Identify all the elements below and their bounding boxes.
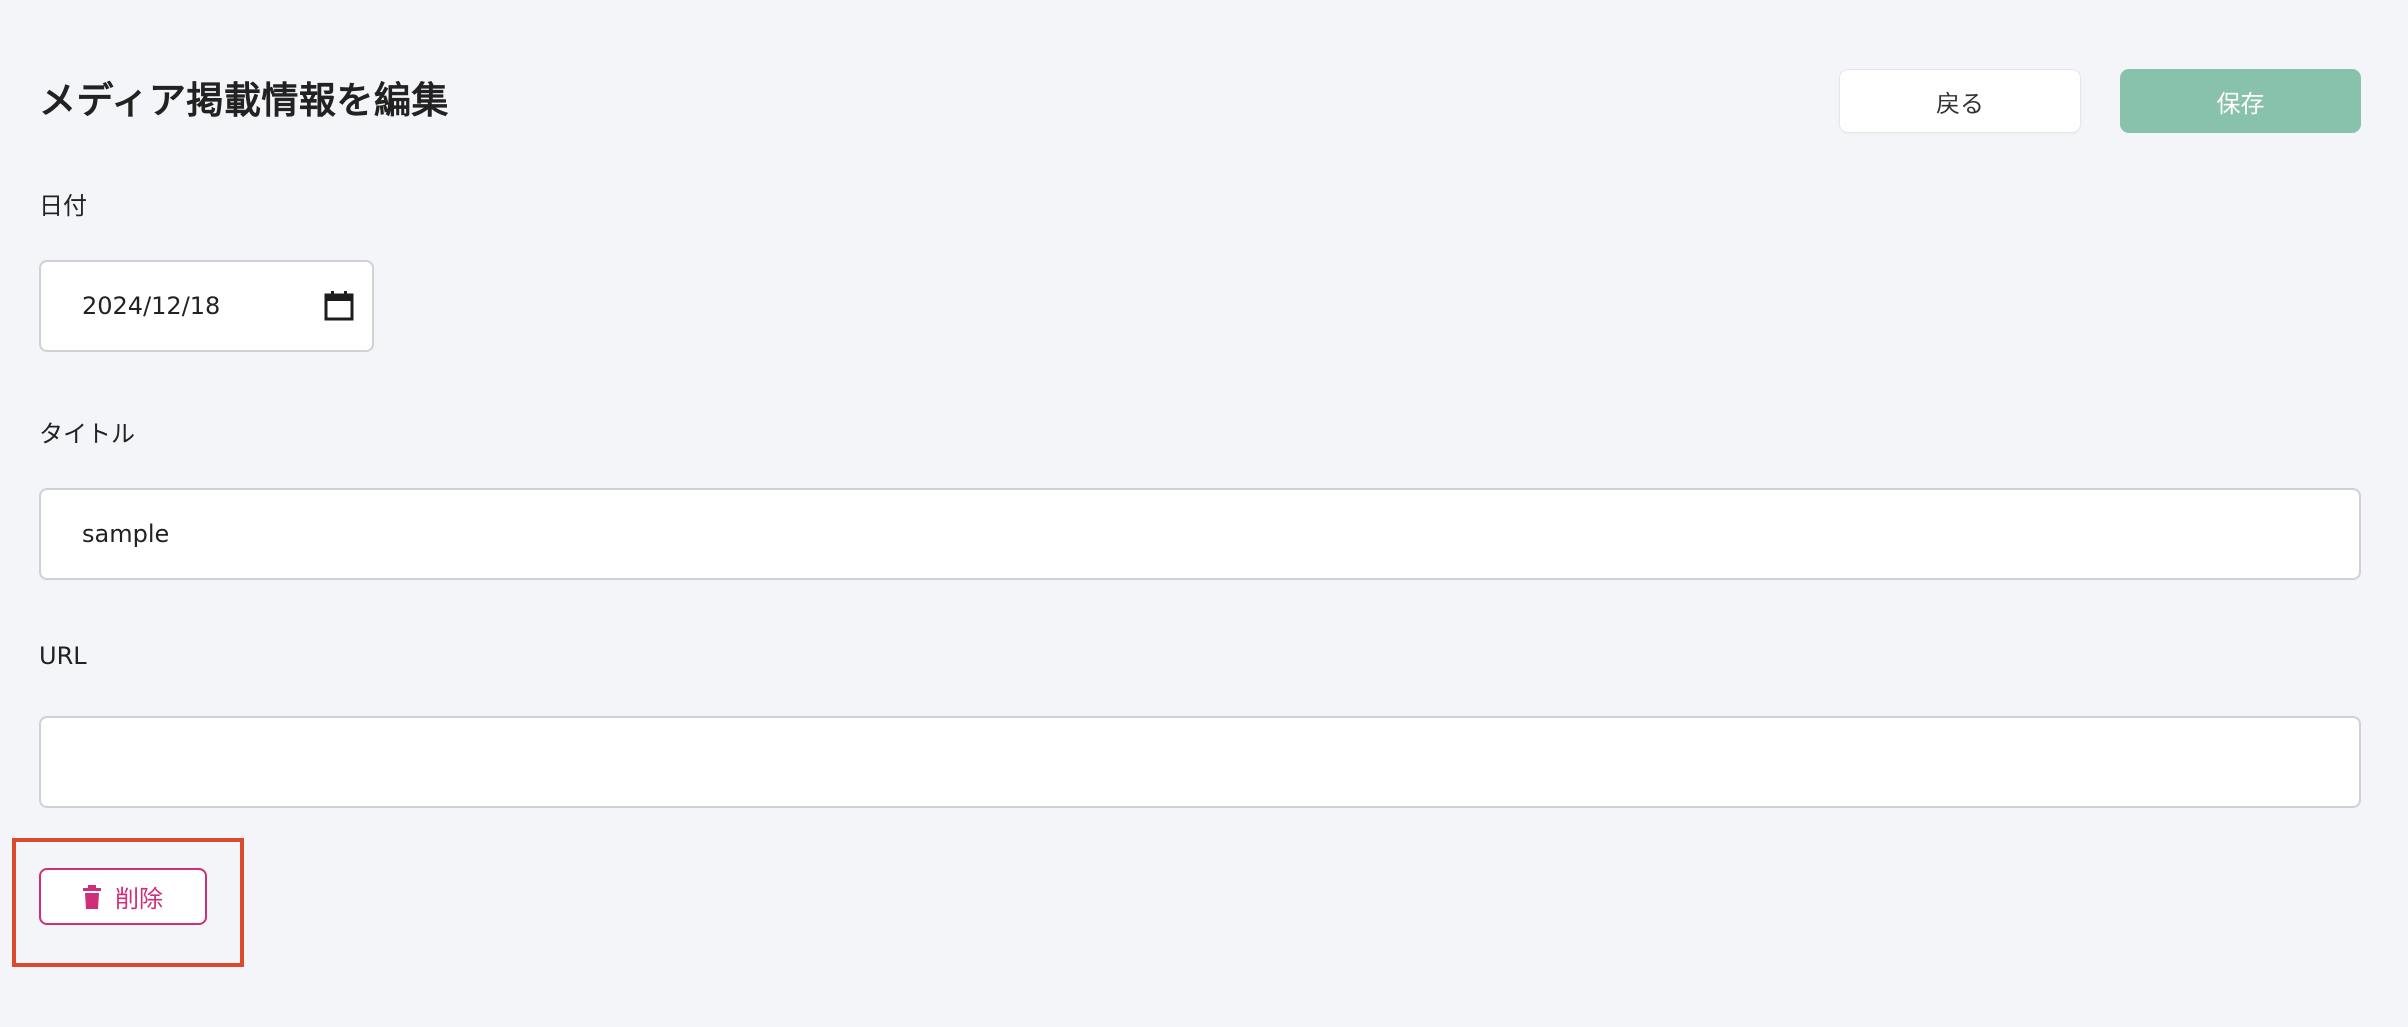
date-input[interactable]: 2024/12/18 <box>39 260 374 352</box>
back-button-label: 戻る <box>1936 89 1984 118</box>
back-button[interactable]: 戻る <box>1839 69 2081 133</box>
save-button[interactable]: 保存 <box>2120 69 2361 133</box>
page-title: メディア掲載情報を編集 <box>39 79 449 122</box>
title-value: sample <box>82 520 170 548</box>
title-input[interactable]: sample <box>39 488 2361 580</box>
trash-icon <box>83 884 101 909</box>
calendar-icon[interactable] <box>324 291 354 321</box>
url-input[interactable] <box>39 716 2361 808</box>
url-label: URL <box>39 642 87 670</box>
date-value: 2024/12/18 <box>82 292 221 320</box>
delete-button[interactable]: 削除 <box>39 868 207 925</box>
save-button-label: 保存 <box>2216 89 2265 118</box>
delete-button-label: 削除 <box>115 885 163 913</box>
date-label: 日付 <box>39 192 87 220</box>
title-label: タイトル <box>39 420 135 448</box>
